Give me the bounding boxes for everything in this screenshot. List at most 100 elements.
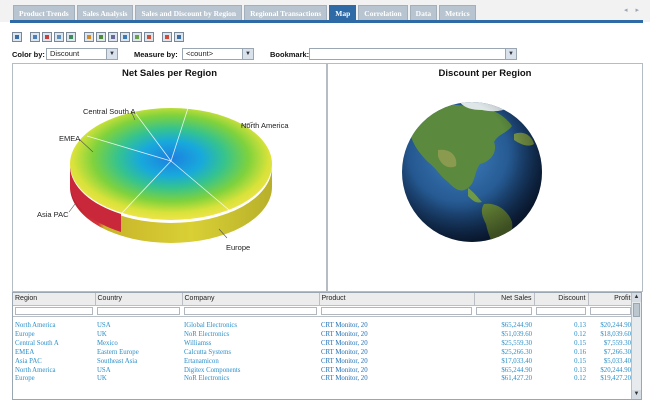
pie-label-europe: Europe <box>226 243 250 252</box>
cell-profit: $20,244.90 <box>600 366 631 374</box>
pie-chart-icon[interactable] <box>144 31 154 42</box>
chart-type-icon[interactable] <box>162 31 172 42</box>
save-icon[interactable] <box>30 31 40 42</box>
cell-region: Europe <box>15 375 35 383</box>
column-filter-input[interactable] <box>184 306 317 315</box>
cell-net-sales: $51,039.60 <box>501 330 532 338</box>
table-row[interactable]: Asia PAC Southeast Asia Ertanamicon CRT Mon… <box>13 358 633 367</box>
cell-net-sales: $25,559.30 <box>501 339 532 347</box>
table-row[interactable]: North America USA Digitex Components CRT Mo… <box>13 367 633 376</box>
tab-metrics[interactable]: Metrics <box>439 5 476 20</box>
column-filter-input[interactable] <box>321 306 472 315</box>
tab-sales-and-discount-by-region[interactable]: Sales and Discount by Region <box>135 5 243 20</box>
cell-product: CRT Monitor, 20 <box>321 339 368 347</box>
cell-country: USA <box>97 366 111 374</box>
area-chart-icon[interactable] <box>132 31 142 42</box>
tab-map[interactable]: Map <box>329 5 357 20</box>
tab-regional-transactions[interactable]: Regional Transactions <box>244 5 328 20</box>
column-filter-input[interactable] <box>476 306 532 315</box>
cell-product: CRT Monitor, 20 <box>321 375 368 383</box>
grid-icon[interactable] <box>108 31 118 42</box>
cell-profit: $7,559.30 <box>603 339 631 347</box>
net-sales-pie-chart[interactable]: Central South A North America EMEA Asia … <box>13 64 326 291</box>
column-filter-cell <box>474 305 534 317</box>
line-chart-icon[interactable] <box>120 31 130 42</box>
cell-company: NoR Electronics <box>184 375 230 383</box>
cell-discount: 0.13 <box>574 322 586 329</box>
bar-chart-icon[interactable] <box>84 31 94 42</box>
cell-profit: $18,039.60 <box>600 330 631 338</box>
export-icon[interactable] <box>66 31 76 42</box>
cell-company: Ertanamicon <box>184 357 219 365</box>
column-filter-cell <box>588 305 633 317</box>
column-filter-input[interactable] <box>590 306 631 315</box>
cell-profit: $20,244.90 <box>600 322 631 329</box>
pie-label-north-america: North America <box>241 121 289 130</box>
table-scrollbar[interactable]: ▲ ▼ <box>631 293 641 399</box>
cell-net-sales: $65,244.90 <box>501 322 532 329</box>
table-row[interactable]: EMEA Eastern Europe Calcutta Systems CRT Mo… <box>13 349 633 358</box>
color-by-label: Color by: <box>12 50 45 59</box>
column-filter-input[interactable] <box>15 306 93 315</box>
tab-scroll-arrows[interactable]: ◂ ▸ <box>624 6 642 14</box>
bookmark-select[interactable]: ▼ <box>309 48 517 60</box>
column-header-discount[interactable]: Discount <box>534 293 589 306</box>
pie-label-emea: EMEA <box>59 134 80 143</box>
tab-data[interactable]: Data <box>409 5 438 20</box>
measure-by-label: Measure by: <box>134 50 178 59</box>
cell-net-sales: $61,427.20 <box>501 375 532 383</box>
column-filter-cell <box>13 305 95 317</box>
color-by-select[interactable]: Discount ▼ <box>46 48 118 60</box>
cell-discount: 0.12 <box>574 375 586 383</box>
cell-net-sales: $25,266.30 <box>501 348 532 356</box>
column-header-country[interactable]: Country <box>95 293 183 306</box>
column-filter-cell <box>182 305 319 317</box>
column-header-product[interactable]: Product <box>319 293 475 306</box>
cell-company: NoR Electronics <box>184 330 230 338</box>
table-row[interactable]: North America USA IGlobal Electronics CRT M… <box>13 322 633 331</box>
column-header-region[interactable]: Region <box>13 293 96 306</box>
cell-company: Calcutta Systems <box>184 348 232 356</box>
scroll-thumb[interactable] <box>633 303 640 317</box>
column-filter-input[interactable] <box>97 306 180 315</box>
column-header-net-sales[interactable]: Net Sales <box>474 293 535 306</box>
column-filter-input[interactable] <box>536 306 586 315</box>
calendar-icon[interactable] <box>54 31 64 42</box>
column-chart-icon[interactable] <box>96 31 106 42</box>
tab-correlation[interactable]: Correlation <box>358 5 408 20</box>
column-header-company[interactable]: Company <box>182 293 320 306</box>
chevron-down-icon: ▼ <box>242 49 253 59</box>
cell-region: EMEA <box>15 348 35 356</box>
cell-region: North America <box>15 366 56 374</box>
tab-product-trends[interactable]: Product Trends <box>13 5 75 20</box>
column-filter-cell <box>95 305 182 317</box>
column-filter-cell <box>534 305 588 317</box>
column-header-profit[interactable]: Profit <box>588 293 634 306</box>
home-icon[interactable] <box>12 31 22 42</box>
table-row[interactable]: Central South A Mexico Williamss CRT Monito… <box>13 340 633 349</box>
tab-sales-analysis[interactable]: Sales Analysis <box>76 5 134 20</box>
cell-profit: $5,033.40 <box>603 357 631 365</box>
cell-discount: 0.12 <box>574 330 586 338</box>
measure-by-select[interactable]: <count> ▼ <box>182 48 254 60</box>
cell-region: North America <box>15 322 56 329</box>
cell-discount: 0.15 <box>574 357 586 365</box>
table-row[interactable]: Europe UK NoR Electronics CRT Monitor, 20 $5… <box>13 331 633 340</box>
discount-globe-map[interactable] <box>328 64 642 291</box>
scroll-up-icon[interactable]: ▲ <box>632 293 641 302</box>
pie-label-asia-pac: Asia PAC <box>37 210 69 219</box>
globe-shading <box>402 102 542 242</box>
cell-discount: 0.13 <box>574 366 586 374</box>
cell-region: Asia PAC <box>15 357 42 365</box>
table-icon[interactable] <box>174 31 184 42</box>
table-row[interactable]: Europe UK NoR Electronics CRT Monitor, 20 $6… <box>13 375 633 384</box>
scroll-down-icon[interactable]: ▼ <box>632 390 641 399</box>
cell-country: UK <box>97 330 107 338</box>
cell-product: CRT Monitor, 20 <box>321 366 368 374</box>
cell-company: IGlobal Electronics <box>184 322 238 329</box>
cell-net-sales: $17,033.40 <box>501 357 532 365</box>
cell-profit: $19,427.20 <box>600 375 631 383</box>
table-filter-row <box>13 305 633 317</box>
cell-country: Eastern Europe <box>97 348 139 356</box>
print-icon[interactable] <box>42 31 52 42</box>
